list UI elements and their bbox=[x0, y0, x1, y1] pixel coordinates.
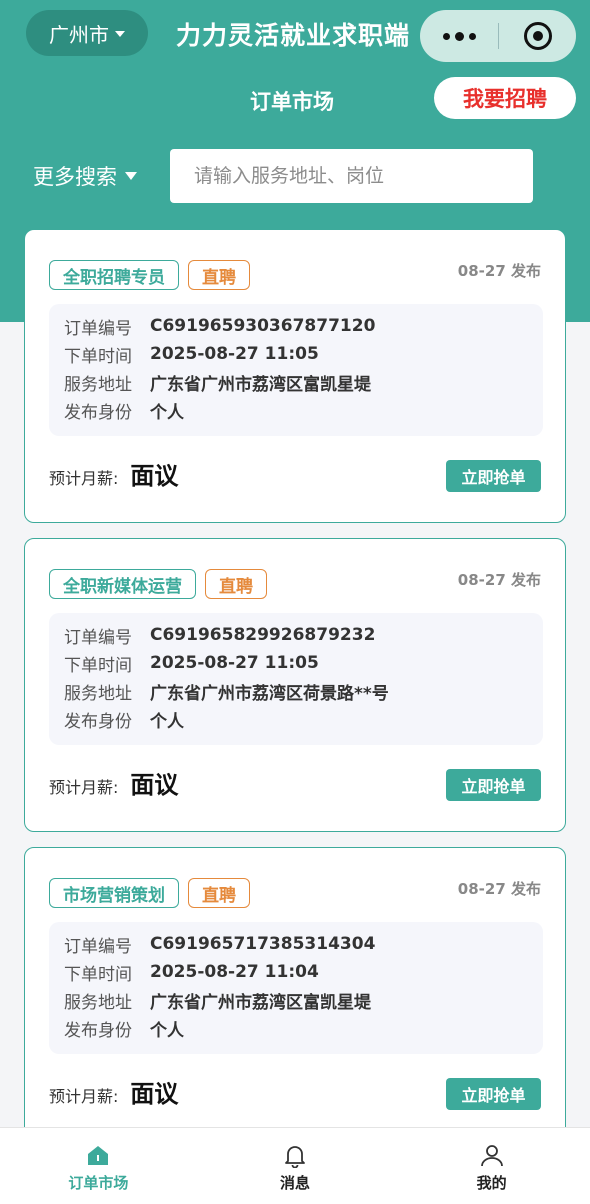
info-label: 下单时间 bbox=[64, 346, 132, 367]
order-info-panel: 订单编号 C691965829926879232 下单时间 2025-08-27… bbox=[49, 613, 543, 745]
salary-value: 面议 bbox=[130, 771, 179, 799]
tab-order-market[interactable]: 订单市场 bbox=[0, 1128, 197, 1204]
caret-down-icon bbox=[115, 31, 125, 37]
city-selector[interactable]: 广州市 bbox=[26, 10, 148, 56]
order-card[interactable]: 市场营销策划 直聘 08-27 发布 订单编号 C691965717385314… bbox=[24, 847, 566, 1141]
info-label: 发布身份 bbox=[64, 1020, 132, 1041]
info-row: 下单时间 2025-08-27 11:04 bbox=[64, 958, 528, 986]
order-card[interactable]: 全职新媒体运营 直聘 08-27 发布 订单编号 C69196582992687… bbox=[24, 538, 566, 832]
tab-label: 订单市场 bbox=[68, 1174, 129, 1192]
info-label: 发布身份 bbox=[64, 711, 132, 732]
more-menu-icon[interactable] bbox=[420, 31, 498, 41]
publish-date: 08-27 发布 bbox=[457, 262, 541, 280]
salary: 预计月薪: 面议 bbox=[49, 765, 178, 800]
info-row: 服务地址 广东省广州市荔湾区荷景路**号 bbox=[64, 677, 528, 705]
job-title-tag: 全职新媒体运营 bbox=[49, 569, 196, 599]
job-title-tag: 市场营销策划 bbox=[49, 878, 179, 908]
info-label: 下单时间 bbox=[64, 655, 132, 676]
tab-mine[interactable]: 我的 bbox=[393, 1128, 590, 1204]
salary-label: 预计月薪: bbox=[49, 1087, 119, 1106]
app-title: 力力灵活就业求职端 bbox=[176, 21, 411, 50]
order-tags: 全职新媒体运营 直聘 bbox=[49, 569, 267, 599]
info-label: 服务地址 bbox=[64, 374, 132, 395]
info-row: 服务地址 广东省广州市荔湾区富凯星堤 bbox=[64, 368, 528, 396]
bell-icon bbox=[285, 1146, 305, 1168]
salary-label: 预计月薪: bbox=[49, 469, 119, 488]
tab-label: 消息 bbox=[280, 1174, 311, 1192]
hire-type-tag: 直聘 bbox=[188, 260, 250, 290]
info-value: 个人 bbox=[150, 711, 184, 732]
tab-messages[interactable]: 消息 bbox=[197, 1128, 394, 1204]
search-input[interactable] bbox=[170, 149, 533, 203]
info-label: 订单编号 bbox=[64, 318, 132, 339]
info-row: 下单时间 2025-08-27 11:05 bbox=[64, 340, 528, 368]
order-info-panel: 订单编号 C691965930367877120 下单时间 2025-08-27… bbox=[49, 304, 543, 436]
salary: 预计月薪: 面议 bbox=[49, 456, 178, 491]
order-tags: 全职招聘专员 直聘 bbox=[49, 260, 250, 290]
publish-date: 08-27 发布 bbox=[457, 880, 541, 898]
order-info-panel: 订单编号 C691965717385314304 下单时间 2025-08-27… bbox=[49, 922, 543, 1054]
bottom-tab-bar: 订单市场 消息 我的 bbox=[0, 1127, 590, 1204]
hire-button[interactable]: 我要招聘 bbox=[434, 77, 576, 119]
more-search-label: 更多搜索 bbox=[33, 165, 117, 189]
info-value: C691965930367877120 bbox=[150, 316, 376, 336]
salary-label: 预计月薪: bbox=[49, 778, 119, 797]
user-icon bbox=[480, 1145, 503, 1167]
info-value: C691965717385314304 bbox=[150, 934, 376, 954]
info-value: 个人 bbox=[150, 402, 184, 423]
info-value: 广东省广州市荔湾区荷景路**号 bbox=[150, 683, 389, 704]
info-value: 个人 bbox=[150, 1020, 184, 1041]
grab-order-button[interactable]: 立即抢单 bbox=[446, 1078, 541, 1110]
job-title-tag: 全职招聘专员 bbox=[49, 260, 179, 290]
hire-type-tag: 直聘 bbox=[188, 878, 250, 908]
info-label: 发布身份 bbox=[64, 402, 132, 423]
info-value: C691965829926879232 bbox=[150, 625, 376, 645]
info-value: 2025-08-27 11:05 bbox=[150, 344, 319, 364]
info-row: 订单编号 C691965717385314304 bbox=[64, 930, 528, 958]
caret-down-icon bbox=[125, 172, 137, 180]
info-row: 发布身份 个人 bbox=[64, 396, 528, 424]
info-row: 发布身份 个人 bbox=[64, 705, 528, 733]
salary-value: 面议 bbox=[130, 1080, 179, 1108]
close-miniprogram-icon[interactable] bbox=[499, 22, 576, 50]
order-card[interactable]: 全职招聘专员 直聘 08-27 发布 订单编号 C691965930367877… bbox=[24, 229, 566, 523]
tab-label: 我的 bbox=[476, 1174, 507, 1192]
home-icon bbox=[88, 1146, 109, 1165]
info-row: 下单时间 2025-08-27 11:05 bbox=[64, 649, 528, 677]
info-label: 服务地址 bbox=[64, 992, 132, 1013]
grab-order-button[interactable]: 立即抢单 bbox=[446, 460, 541, 492]
info-value: 广东省广州市荔湾区富凯星堤 bbox=[150, 374, 371, 395]
more-search-dropdown[interactable]: 更多搜索 bbox=[33, 161, 137, 191]
info-row: 订单编号 C691965930367877120 bbox=[64, 312, 528, 340]
info-value: 2025-08-27 11:05 bbox=[150, 653, 319, 673]
info-row: 服务地址 广东省广州市荔湾区富凯星堤 bbox=[64, 986, 528, 1014]
info-label: 服务地址 bbox=[64, 683, 132, 704]
info-row: 发布身份 个人 bbox=[64, 1014, 528, 1042]
salary: 预计月薪: 面议 bbox=[49, 1074, 178, 1109]
info-row: 订单编号 C691965829926879232 bbox=[64, 621, 528, 649]
hire-type-tag: 直聘 bbox=[205, 569, 267, 599]
order-tags: 市场营销策划 直聘 bbox=[49, 878, 250, 908]
info-label: 订单编号 bbox=[64, 936, 132, 957]
info-label: 订单编号 bbox=[64, 627, 132, 648]
salary-value: 面议 bbox=[130, 462, 179, 490]
info-value: 广东省广州市荔湾区富凯星堤 bbox=[150, 992, 371, 1013]
grab-order-button[interactable]: 立即抢单 bbox=[446, 769, 541, 801]
page-title: 订单市场 bbox=[250, 90, 334, 114]
miniprogram-capsule bbox=[420, 10, 576, 62]
info-label: 下单时间 bbox=[64, 964, 132, 985]
city-label: 广州市 bbox=[49, 22, 109, 47]
publish-date: 08-27 发布 bbox=[457, 571, 541, 589]
info-value: 2025-08-27 11:04 bbox=[150, 962, 319, 982]
